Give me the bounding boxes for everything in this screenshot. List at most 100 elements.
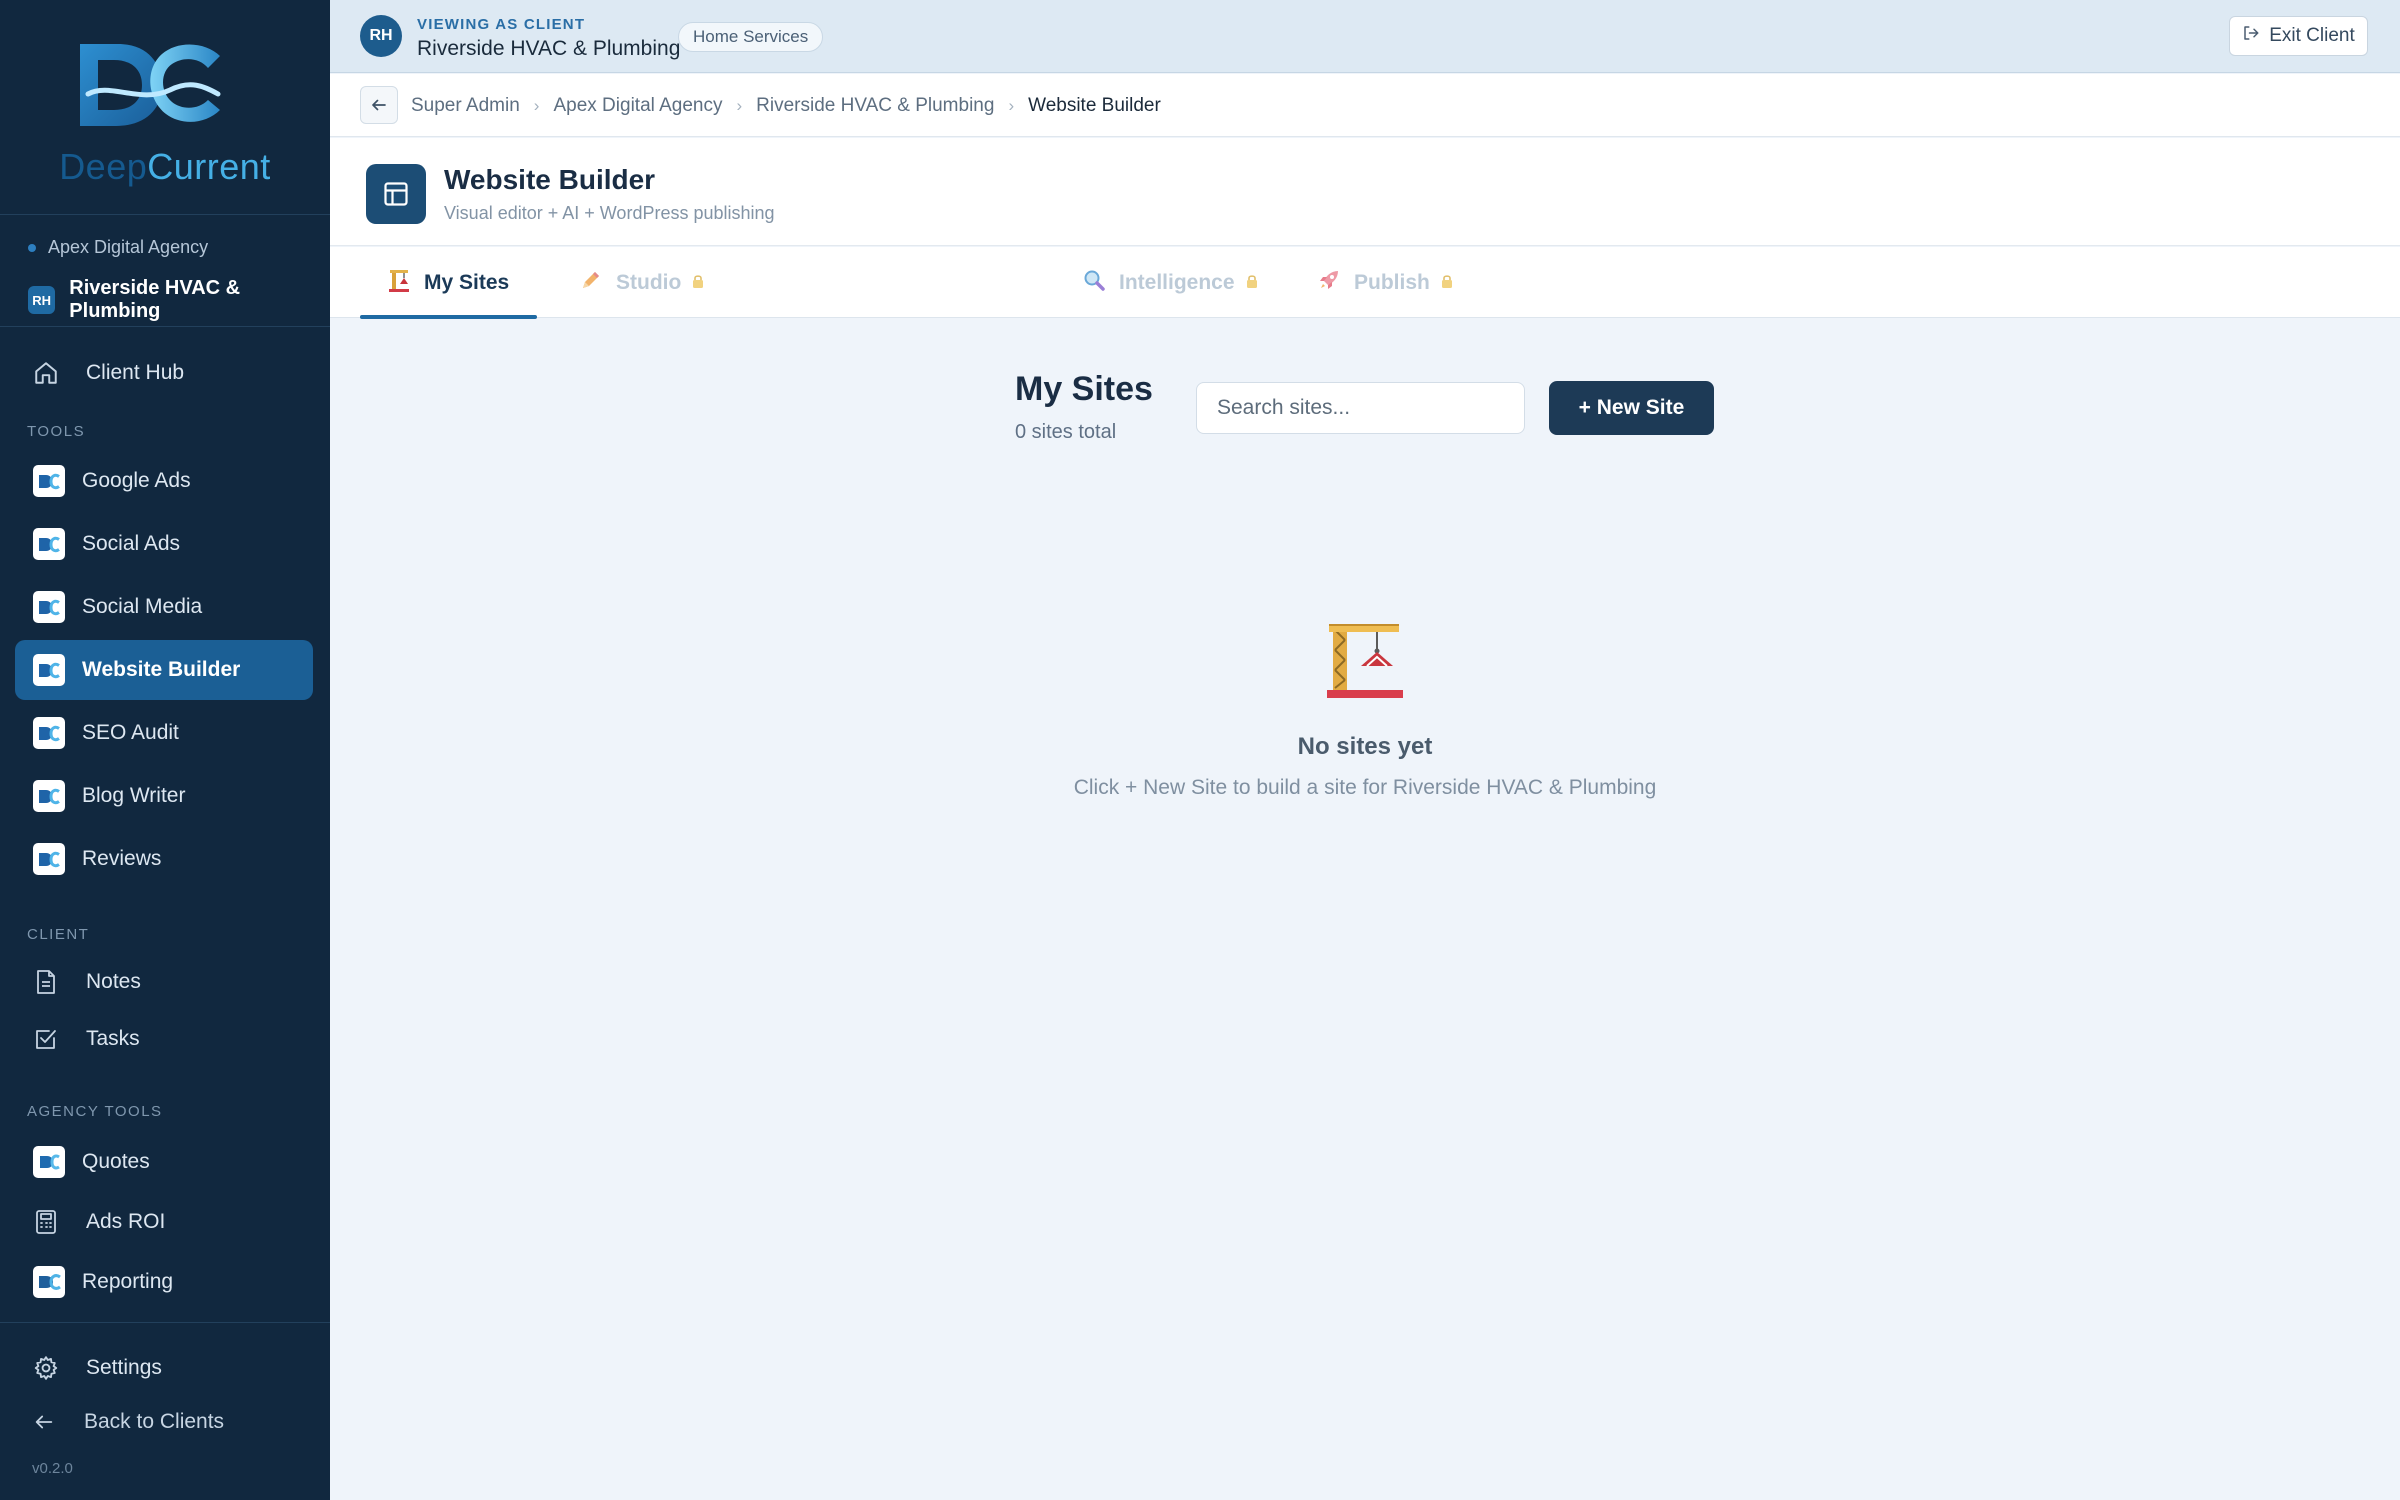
back-to-clients-link[interactable]: Back to Clients — [15, 1398, 313, 1446]
construction-crane-icon — [1327, 624, 1403, 698]
sidebar-item-seo-audit[interactable]: SEO Audit — [15, 703, 313, 763]
empty-state-subtitle: Click + New Site to build a site for Riv… — [1073, 776, 1657, 799]
chevron-right-icon: › — [1008, 95, 1015, 115]
social-ads-app-icon — [33, 528, 65, 560]
client-name: Riverside HVAC & Plumbing — [69, 277, 241, 322]
page-title: Website Builder — [444, 164, 656, 195]
sidebar-item-tasks[interactable]: Tasks — [15, 1009, 313, 1069]
agency-context[interactable]: Apex Digital Agency — [28, 237, 208, 258]
website-builder-app-icon — [33, 654, 65, 686]
tab-publish[interactable]: Publish — [1303, 247, 1468, 318]
tab-my-sites[interactable]: My Sites — [360, 247, 538, 319]
tab-studio[interactable]: Studio — [565, 247, 719, 318]
section-label-agency-tools: AGENCY TOOLS — [27, 1103, 163, 1120]
breadcrumb: Super Admin › Apex Digital Agency › Rive… — [411, 74, 1161, 137]
gear-icon — [32, 1354, 60, 1382]
back-button[interactable] — [360, 86, 398, 124]
breadcrumb-bar: Super Admin › Apex Digital Agency › Rive… — [330, 74, 2400, 137]
sidebar-item-label: Reporting — [82, 1270, 174, 1293]
chevron-right-icon: › — [736, 95, 743, 115]
app-version: v0.2.0 — [32, 1460, 73, 1477]
section-title: My Sites — [1015, 370, 1153, 408]
deep-current-logo-icon — [80, 44, 221, 126]
sidebar-item-settings[interactable]: Settings — [15, 1338, 313, 1398]
agency-dot-icon — [28, 243, 36, 252]
exit-icon — [2242, 24, 2260, 48]
client-context: Apex Digital Agency RH Riverside HVAC & … — [0, 215, 330, 327]
tasks-icon — [32, 1025, 60, 1053]
lock-icon — [1246, 274, 1258, 292]
sidebar-item-label: Website Builder — [82, 658, 241, 681]
blog-writer-app-icon — [33, 780, 65, 812]
reviews-app-icon — [33, 843, 65, 875]
breadcrumb-super-admin[interactable]: Super Admin — [411, 95, 520, 117]
industry-tag: Home Services — [678, 22, 824, 52]
sites-count: 0 sites total — [1015, 421, 1117, 443]
sidebar-item-label: Ads ROI — [86, 1210, 166, 1233]
sidebar-item-reporting[interactable]: Reporting — [15, 1252, 313, 1312]
google-ads-app-icon — [33, 465, 65, 497]
tab-label: Studio — [616, 270, 682, 294]
sidebar-item-label: Social Ads — [82, 532, 181, 555]
section-label-client: CLIENT — [27, 926, 90, 943]
rocket-icon — [1318, 269, 1340, 297]
sidebar-item-label: Settings — [86, 1356, 162, 1379]
arrow-left-icon — [372, 99, 386, 111]
tab-intelligence[interactable]: Intelligence — [1068, 247, 1273, 318]
exit-client-button[interactable]: Exit Client — [2229, 16, 2368, 56]
sidebar-item-label: Tasks — [86, 1027, 140, 1050]
sidebar-item-label: Client Hub — [86, 361, 185, 384]
brand-name: DeepCurrent — [59, 146, 271, 187]
client-avatar: RH — [28, 286, 56, 314]
sidebar-item-social-media[interactable]: Social Media — [15, 577, 313, 637]
sidebar-item-website-builder[interactable]: Website Builder — [15, 640, 313, 700]
brand-logo[interactable]: DeepCurrent — [0, 0, 330, 215]
sidebar-item-label: Notes — [86, 970, 141, 993]
calculator-icon — [32, 1208, 60, 1236]
sidebar-item-ads-roi[interactable]: Ads ROI — [15, 1192, 313, 1252]
crane-icon — [388, 268, 410, 298]
pencil-icon — [580, 269, 602, 297]
lock-icon — [692, 274, 704, 292]
client-avatar: RH — [360, 15, 402, 57]
reporting-app-icon — [33, 1266, 65, 1298]
sidebar-item-client-hub[interactable]: Client Hub — [15, 343, 313, 403]
breadcrumb-client[interactable]: Riverside HVAC & Plumbing — [756, 95, 994, 117]
sidebar-item-label: Google Ads — [82, 469, 191, 492]
new-site-button[interactable]: + New Site — [1549, 381, 1714, 435]
arrow-left-icon — [30, 1408, 58, 1436]
quotes-app-icon — [33, 1146, 65, 1178]
tab-bar: My Sites Studio Intelligence Publish — [330, 247, 2400, 319]
sidebar-item-label: SEO Audit — [82, 721, 179, 744]
banner-client-name: Riverside HVAC & Plumbing — [417, 37, 681, 60]
chevron-right-icon: › — [533, 95, 540, 115]
seo-audit-app-icon — [33, 717, 65, 749]
exit-client-label: Exit Client — [2269, 25, 2355, 46]
search-sites-input[interactable] — [1196, 382, 1525, 434]
sidebar-item-label: Social Media — [82, 595, 203, 618]
sidebar-divider — [0, 1322, 330, 1323]
empty-state-title: No sites yet — [1297, 733, 1433, 760]
social-media-app-icon — [33, 591, 65, 623]
layout-icon — [366, 164, 426, 224]
breadcrumb-agency[interactable]: Apex Digital Agency — [553, 95, 722, 117]
sidebar-item-google-ads[interactable]: Google Ads — [15, 451, 313, 511]
sidebar-item-label: Reviews — [82, 847, 162, 870]
sidebar: DeepCurrent Apex Digital Agency RH River… — [0, 0, 330, 1500]
lock-icon — [1441, 274, 1453, 292]
client-context-item[interactable]: RH Riverside HVAC & Plumbing — [28, 277, 330, 323]
sidebar-item-social-ads[interactable]: Social Ads — [15, 514, 313, 574]
viewing-as-client-label: VIEWING AS CLIENT — [417, 16, 586, 33]
tab-label: My Sites — [424, 270, 510, 294]
agency-name: Apex Digital Agency — [48, 237, 209, 257]
home-icon — [32, 359, 60, 387]
magnifier-icon — [1083, 269, 1105, 297]
viewing-as-client-banner: RH VIEWING AS CLIENT Riverside HVAC & Pl… — [330, 0, 2400, 73]
sidebar-item-reviews[interactable]: Reviews — [15, 829, 313, 889]
section-label-tools: TOOLS — [27, 423, 86, 440]
sidebar-item-notes[interactable]: Notes — [15, 952, 313, 1012]
page-subtitle: Visual editor + AI + WordPress publishin… — [444, 203, 775, 223]
sidebar-item-blog-writer[interactable]: Blog Writer — [15, 766, 313, 826]
sidebar-item-label: Blog Writer — [82, 784, 186, 807]
sidebar-item-quotes[interactable]: Quotes — [15, 1132, 313, 1192]
